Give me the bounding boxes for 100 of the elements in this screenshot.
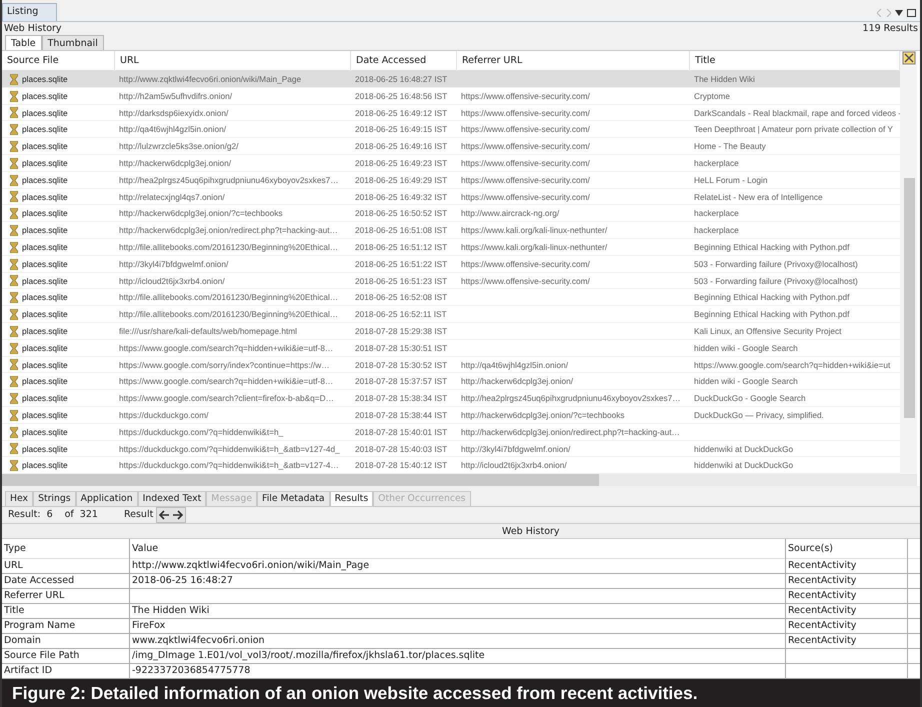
table-cell-text: hackerplace (693, 156, 740, 170)
table-row[interactable]: places.sqlite https://duckduckgo.com/?q=hiddenwiki&t=h_ 2018-07-28 15:40:01 IST http://hackerw6dcplg3ej.onion/redirect.php?t=hacking-aut… (2, 424, 900, 441)
table-row[interactable]: places.sqlite http://qa4t6wjhl4gzl5in.onion/ 2018-06-25 16:49:15 IST https://www.offensive-security.com/ Teen Deepthroat | Amateur porn private collection of Y (2, 121, 900, 138)
arrow-right-icon[interactable] (172, 510, 184, 520)
table-row[interactable]: places.sqlite http://hackerw6dcplg3ej.onion/?c=techbooks 2018-06-25 16:50:52 IST http://www.aircrack-ng.org/ hackerplace (2, 205, 900, 222)
panel-tab[interactable]: Listing (2, 2, 58, 21)
table-cell-text: 2018-06-25 16:49:32 IST (354, 190, 448, 204)
hourglass-icon (10, 443, 18, 454)
hourglass-icon (10, 326, 18, 337)
table-row[interactable]: places.sqlite https://duckduckgo.com/?q=hiddenwiki&t=h_&atb=v127-4d_ 2018-07-28 15:40:03 IST http://3kyl4i7bfdgwelmf.onion/ hiddenwiki at DuckDuckGo (2, 440, 900, 458)
arrow-left-icon[interactable] (159, 510, 170, 520)
hourglass-icon (10, 208, 18, 220)
detail-tab[interactable]: Indexed Text (138, 490, 206, 506)
table-cell-text: places.sqlite (22, 123, 68, 136)
horizontal-scrollbar[interactable] (2, 474, 917, 486)
table-cell: -9223372036854775778 (130, 664, 786, 678)
hourglass-icon (10, 158, 18, 169)
hourglass-icon (10, 410, 18, 421)
table-cell-text: http://hackerw6dcplg3ej.onion/redirect.php?t=hacking-aut… (118, 224, 339, 238)
table-cell-text: 2018-07-28 15:40:03 IST (354, 442, 448, 456)
table-cell: http://www.zqktlwi4fecvo6ri.onion/wiki/Main_Page (130, 559, 786, 573)
table-cell-text: http://icloud2t6jx3xrb4.onion/ (460, 459, 568, 472)
table-cell-text: 2018-07-28 15:30:51 IST (354, 342, 448, 355)
table-cell-text: https://www.offensive-security.com/ (460, 156, 591, 170)
table-cell-text: 2018-06-25 16:48:27 IST (354, 73, 448, 86)
table-cell-text: 503 - Forwarding failure (Privoxy@localhost) (693, 258, 859, 271)
table-cell-text: http://hackerw6dcplg3ej.onion/?c=techbooks (460, 408, 626, 422)
table-cell-text: https://www.offensive-security.com/ (460, 174, 591, 187)
hourglass-icon (10, 242, 18, 253)
table-cell-text: https://duckduckgo.com/?q=hiddenwiki&t=h_ (118, 426, 284, 439)
table-cell-text: https://www.google.com/sorry/index?continue=https://w… (118, 358, 331, 372)
table-cell-text: 2018-07-28 15:40:01 IST (354, 426, 448, 439)
table-cell: www.zqktlwi4fecvo6ri.onion (130, 634, 786, 648)
table-row[interactable]: places.sqlite http://file.allitebooks.com/20161230/Beginning%20Ethical… 2018-06-25 16:52:08 IST Beginning Ethical Hacking with Python.pdf (2, 289, 900, 306)
maximize-icon[interactable] (907, 9, 916, 17)
table-cell-text: http://hea2plrgsz45uq6pihxgrudpniunu46xyboyov2sxkes7… (460, 392, 682, 406)
table-cell-text: 2018-06-25 16:49:29 IST (354, 174, 448, 187)
table-row[interactable]: places.sqlite http://darksdsp6iexyidx.onion/ 2018-06-25 16:49:12 IST https://www.offensive-security.com/ DarkScandals - Real blackmail, rape and forced videos - (2, 104, 900, 122)
table-row[interactable]: places.sqlite https://www.google.com/sorry/index?continue=https://w… 2018-07-28 15:30:52 IST http://qa4t6wjhl4gzl5in.onion/ https://www.google.com/search?q=hidden+wiki&ie=ut (2, 356, 900, 374)
table-cell-text: http://file.allitebooks.com/20161230/Beginning%20Ethical… (118, 240, 340, 254)
table-cell-text: 2018-07-28 15:29:38 IST (354, 324, 448, 338)
table-cell-text: 2018-06-25 16:49:12 IST (354, 106, 448, 120)
detail-tab[interactable]: File Metadata (257, 490, 330, 506)
detail-tab[interactable]: Application (76, 490, 138, 506)
table-cell-text: 2018-07-28 15:30:52 IST (354, 358, 448, 372)
table-cell-text: https://www.offensive-security.com/ (460, 274, 591, 288)
table-row[interactable]: places.sqlite http://hackerw6dcplg3ej.onion/redirect.php?t=hacking-aut… 2018-06-25 16:51:08 IST https://www.kali.org/kali-linux-nethunter/ hackerplace (2, 222, 900, 239)
table-cell-text: http://hackerw6dcplg3ej.onion/ (460, 375, 574, 388)
table-cell-text: places.sqlite (22, 73, 68, 86)
table-row[interactable]: places.sqlite http://relatecxjngl4qs7.onion/ 2018-06-25 16:49:32 IST https://www.offensive-security.com/ RelateList - New era of Intelligence (2, 188, 900, 206)
table-cell: RecentActivity (786, 619, 908, 633)
hourglass-icon (10, 292, 18, 304)
table-cell: URL (2, 559, 130, 573)
table-cell-text: http://h2am5w5ufhvdifrs.onion/ (118, 90, 233, 103)
table-cell-text: 2018-07-28 15:38:44 IST (354, 408, 448, 422)
table-cell-text: https://www.offensive-security.com/ (460, 258, 591, 271)
table-cell-text: http://3kyl4i7bfdgwelmf.onion/ (460, 442, 572, 456)
table-cell-text: http://qa4t6wjhl4gzl5in.onion/ (118, 123, 228, 136)
detail-tab[interactable]: Results (330, 490, 374, 506)
view-tab[interactable]: Table (5, 35, 42, 50)
result-index: 6 (46, 508, 53, 522)
result-nav-label: Result (124, 508, 154, 522)
table-cell: The Hidden Wiki (130, 604, 786, 618)
table-cell-text: 2018-07-28 15:37:57 IST (354, 375, 448, 388)
table-cell-text: 2018-06-25 16:48:56 IST (354, 90, 448, 103)
table-row[interactable]: places.sqlite http://file.allitebooks.com/20161230/Beginning%20Ethical… 2018-06-25 16:52:11 IST Beginning Ethical Hacking with Python.pdf (2, 306, 900, 323)
table-cell-text: https://www.google.com/search?q=hidden+wiki&ie=utf-8… (118, 375, 334, 388)
table-cell: Source File Path (2, 649, 130, 663)
hourglass-icon (10, 393, 18, 404)
table-cell-text: places.sqlite (22, 375, 68, 388)
table-cell-text: http://hackerw6dcplg3ej.onion/?c=techbooks (118, 207, 284, 220)
table-cell-text: places.sqlite (22, 240, 68, 254)
table-cell: Referrer URL (2, 589, 130, 603)
table-cell: Domain (2, 634, 130, 648)
table-cell-text: 2018-06-25 16:51:08 IST (354, 224, 448, 238)
detail-tab[interactable]: Strings (33, 490, 76, 506)
table-cell: RecentActivity (786, 634, 908, 648)
table-cell-text: places.sqlite (22, 190, 68, 204)
dropdown-icon[interactable] (895, 10, 903, 16)
table-cell: RecentActivity (786, 604, 908, 618)
table-cell-text: http://www.zqktlwi4fecvo6ri.onion/wiki/Main_Page (118, 73, 302, 86)
result-label: Result: (8, 508, 41, 522)
table-cell-text: RelateList - New era of Intelligence (693, 190, 824, 204)
view-tab[interactable]: Thumbnail (42, 35, 104, 50)
table-row[interactable]: places.sqlite https://www.google.com/search?client=firefox-b-ab&q=D… 2018-07-28 15:38:34 IST http://hea2plrgsz45uq6pihxgrudpniunu46xyboyov2sxkes7… DuckDuckGo - Google Search (2, 390, 900, 407)
table-row[interactable]: places.sqlite http://www.zqktlwi4fecvo6ri.onion/wiki/Main_Page 2018-06-25 16:48:27 IST The Hidden Wiki (2, 71, 900, 88)
table-cell-text: http://file.allitebooks.com/20161230/Beginning%20Ethical… (118, 291, 340, 304)
detail-tab[interactable]: Hex (5, 490, 34, 506)
table-cell-text: http://hackerw6dcplg3ej.onion/ (118, 156, 232, 170)
table-cell-text: https://duckduckgo.com/?q=hiddenwiki&t=h_&atb=v127-4… (118, 459, 340, 472)
table-cell-text: http://relatecxjngl4qs7.onion/ (118, 190, 226, 204)
column-chooser-icon[interactable] (902, 51, 916, 65)
table-row[interactable]: places.sqlite http://icloud2t6jx3xrb4.onion/ 2018-06-25 16:51:23 IST https://www.offensive-security.com/ 503 - Forwarding failure (Privoxy@localhost) (2, 272, 900, 290)
table-row[interactable]: places.sqlite http://lulzwrzcle5ks3se.onion/g2/ 2018-06-25 16:49:16 IST https://www.offensive-security.com/ Home - The Beauty (2, 138, 900, 155)
table-cell-text: http://hackerw6dcplg3ej.onion/redirect.php?t=hacking-aut… (460, 426, 681, 439)
detail-heading: Web History (502, 526, 560, 537)
table-cell-text: 2018-06-25 16:51:23 IST (354, 274, 448, 288)
table-row[interactable]: places.sqlite https://duckduckgo.com/?q=hiddenwiki&t=h_&atb=v127-4… 2018-07-28 15:40:12 IST http://icloud2t6jx3xrb4.onion/ hiddenwiki at DuckDuckGo (2, 457, 900, 474)
table-cell: Date Accessed (2, 574, 130, 588)
table-row[interactable]: places.sqlite https://www.google.com/search?q=hidden+wiki&ie=utf-8… 2018-07-28 15:37:57 IST http://hackerw6dcplg3ej.onion/ hidden wiki - Google Search (2, 373, 900, 390)
